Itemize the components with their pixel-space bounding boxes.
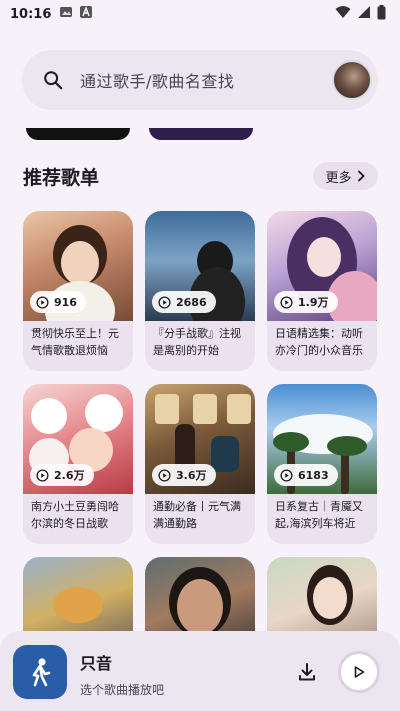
app-logo-icon: [13, 645, 67, 699]
playlist-cover: 6183: [267, 384, 377, 494]
play-count: 3.6万: [176, 469, 207, 482]
font-app-icon: [79, 5, 93, 23]
playlist-title: 南方小土豆勇闯哈尔滨的冬日战歌: [31, 500, 119, 530]
play-circle-icon: [36, 295, 49, 309]
chevron-right-icon: [357, 170, 365, 182]
mini-player[interactable]: 只音 选个歌曲播放吧: [0, 631, 400, 711]
playlist-card[interactable]: 6183 日系复古｜青魇又起,海滨列车将近: [267, 384, 377, 544]
play-circle-icon: [280, 468, 293, 482]
previous-item-edge: [149, 128, 253, 140]
play-circle-icon: [158, 468, 171, 482]
play-circle-icon: [158, 295, 171, 309]
more-label: 更多: [325, 170, 352, 186]
search-icon: [44, 71, 63, 90]
playlist-card[interactable]: 2.6万 南方小土豆勇闯哈尔滨的冬日战歌: [23, 384, 133, 544]
avatar[interactable]: [332, 60, 372, 100]
play-count-badge: 2686: [152, 291, 216, 313]
play-count: 2686: [176, 295, 207, 309]
search-input[interactable]: 通过歌手/歌曲名查找: [80, 68, 332, 92]
signal-icon: [357, 5, 371, 23]
playlist-cover: 3.6万: [145, 384, 255, 494]
status-indicators: [335, 4, 386, 24]
play-count-badge: 6183: [274, 464, 338, 486]
playlist-title: 贯彻快乐至上！元气情歌散退烦恼: [31, 327, 119, 357]
wifi-icon: [335, 5, 351, 23]
battery-icon: [377, 4, 386, 24]
play-count-badge: 916: [30, 291, 86, 313]
playlist-cover: 1.9万: [267, 211, 377, 321]
status-bar: 10:16: [0, 0, 400, 28]
player-title: 只音: [80, 654, 113, 673]
play-count-badge: 3.6万: [152, 464, 216, 486]
playlist-card[interactable]: 3.6万 通勤必备丨元气满满通勤路: [145, 384, 255, 544]
playlist-card[interactable]: 2686 『分手战歌』注视是离别的开始: [145, 211, 255, 371]
play-circle-icon: [36, 468, 49, 482]
playlist-title: 日语精选集：动听亦冷门的小众音乐: [275, 327, 363, 357]
playlist-card[interactable]: 916 贯彻快乐至上！元气情歌散退烦恼: [23, 211, 133, 371]
play-count: 6183: [298, 468, 329, 482]
playlist-cover: 2.6万: [23, 384, 133, 494]
play-count-badge: 2.6万: [30, 464, 94, 486]
play-icon: [354, 666, 365, 678]
play-count: 1.9万: [298, 296, 329, 309]
play-count-badge: 1.9万: [274, 291, 338, 313]
gallery-icon: [59, 5, 73, 23]
more-button[interactable]: 更多: [313, 162, 378, 190]
playlist-title: 『分手战歌』注视是离别的开始: [153, 327, 241, 357]
play-count: 2.6万: [54, 469, 85, 482]
status-time: 10:16: [10, 6, 52, 22]
playlist-title: 日系复古｜青魇又起,海滨列车将近: [275, 500, 363, 530]
playlist-title: 通勤必备丨元气满满通勤路: [153, 500, 241, 530]
playlist-cover: 2686: [145, 211, 255, 321]
previous-item-edge: [26, 128, 130, 140]
playlist-cover: 916: [23, 211, 133, 321]
play-button[interactable]: [338, 651, 380, 693]
download-icon[interactable]: [296, 661, 318, 683]
play-count: 916: [54, 295, 77, 309]
section-title: 推荐歌单: [23, 167, 100, 189]
player-subtitle: 选个歌曲播放吧: [80, 683, 165, 697]
play-circle-icon: [280, 295, 293, 309]
playlist-card[interactable]: 1.9万 日语精选集：动听亦冷门的小众音乐: [267, 211, 377, 371]
search-bar[interactable]: 通过歌手/歌曲名查找: [22, 50, 378, 110]
